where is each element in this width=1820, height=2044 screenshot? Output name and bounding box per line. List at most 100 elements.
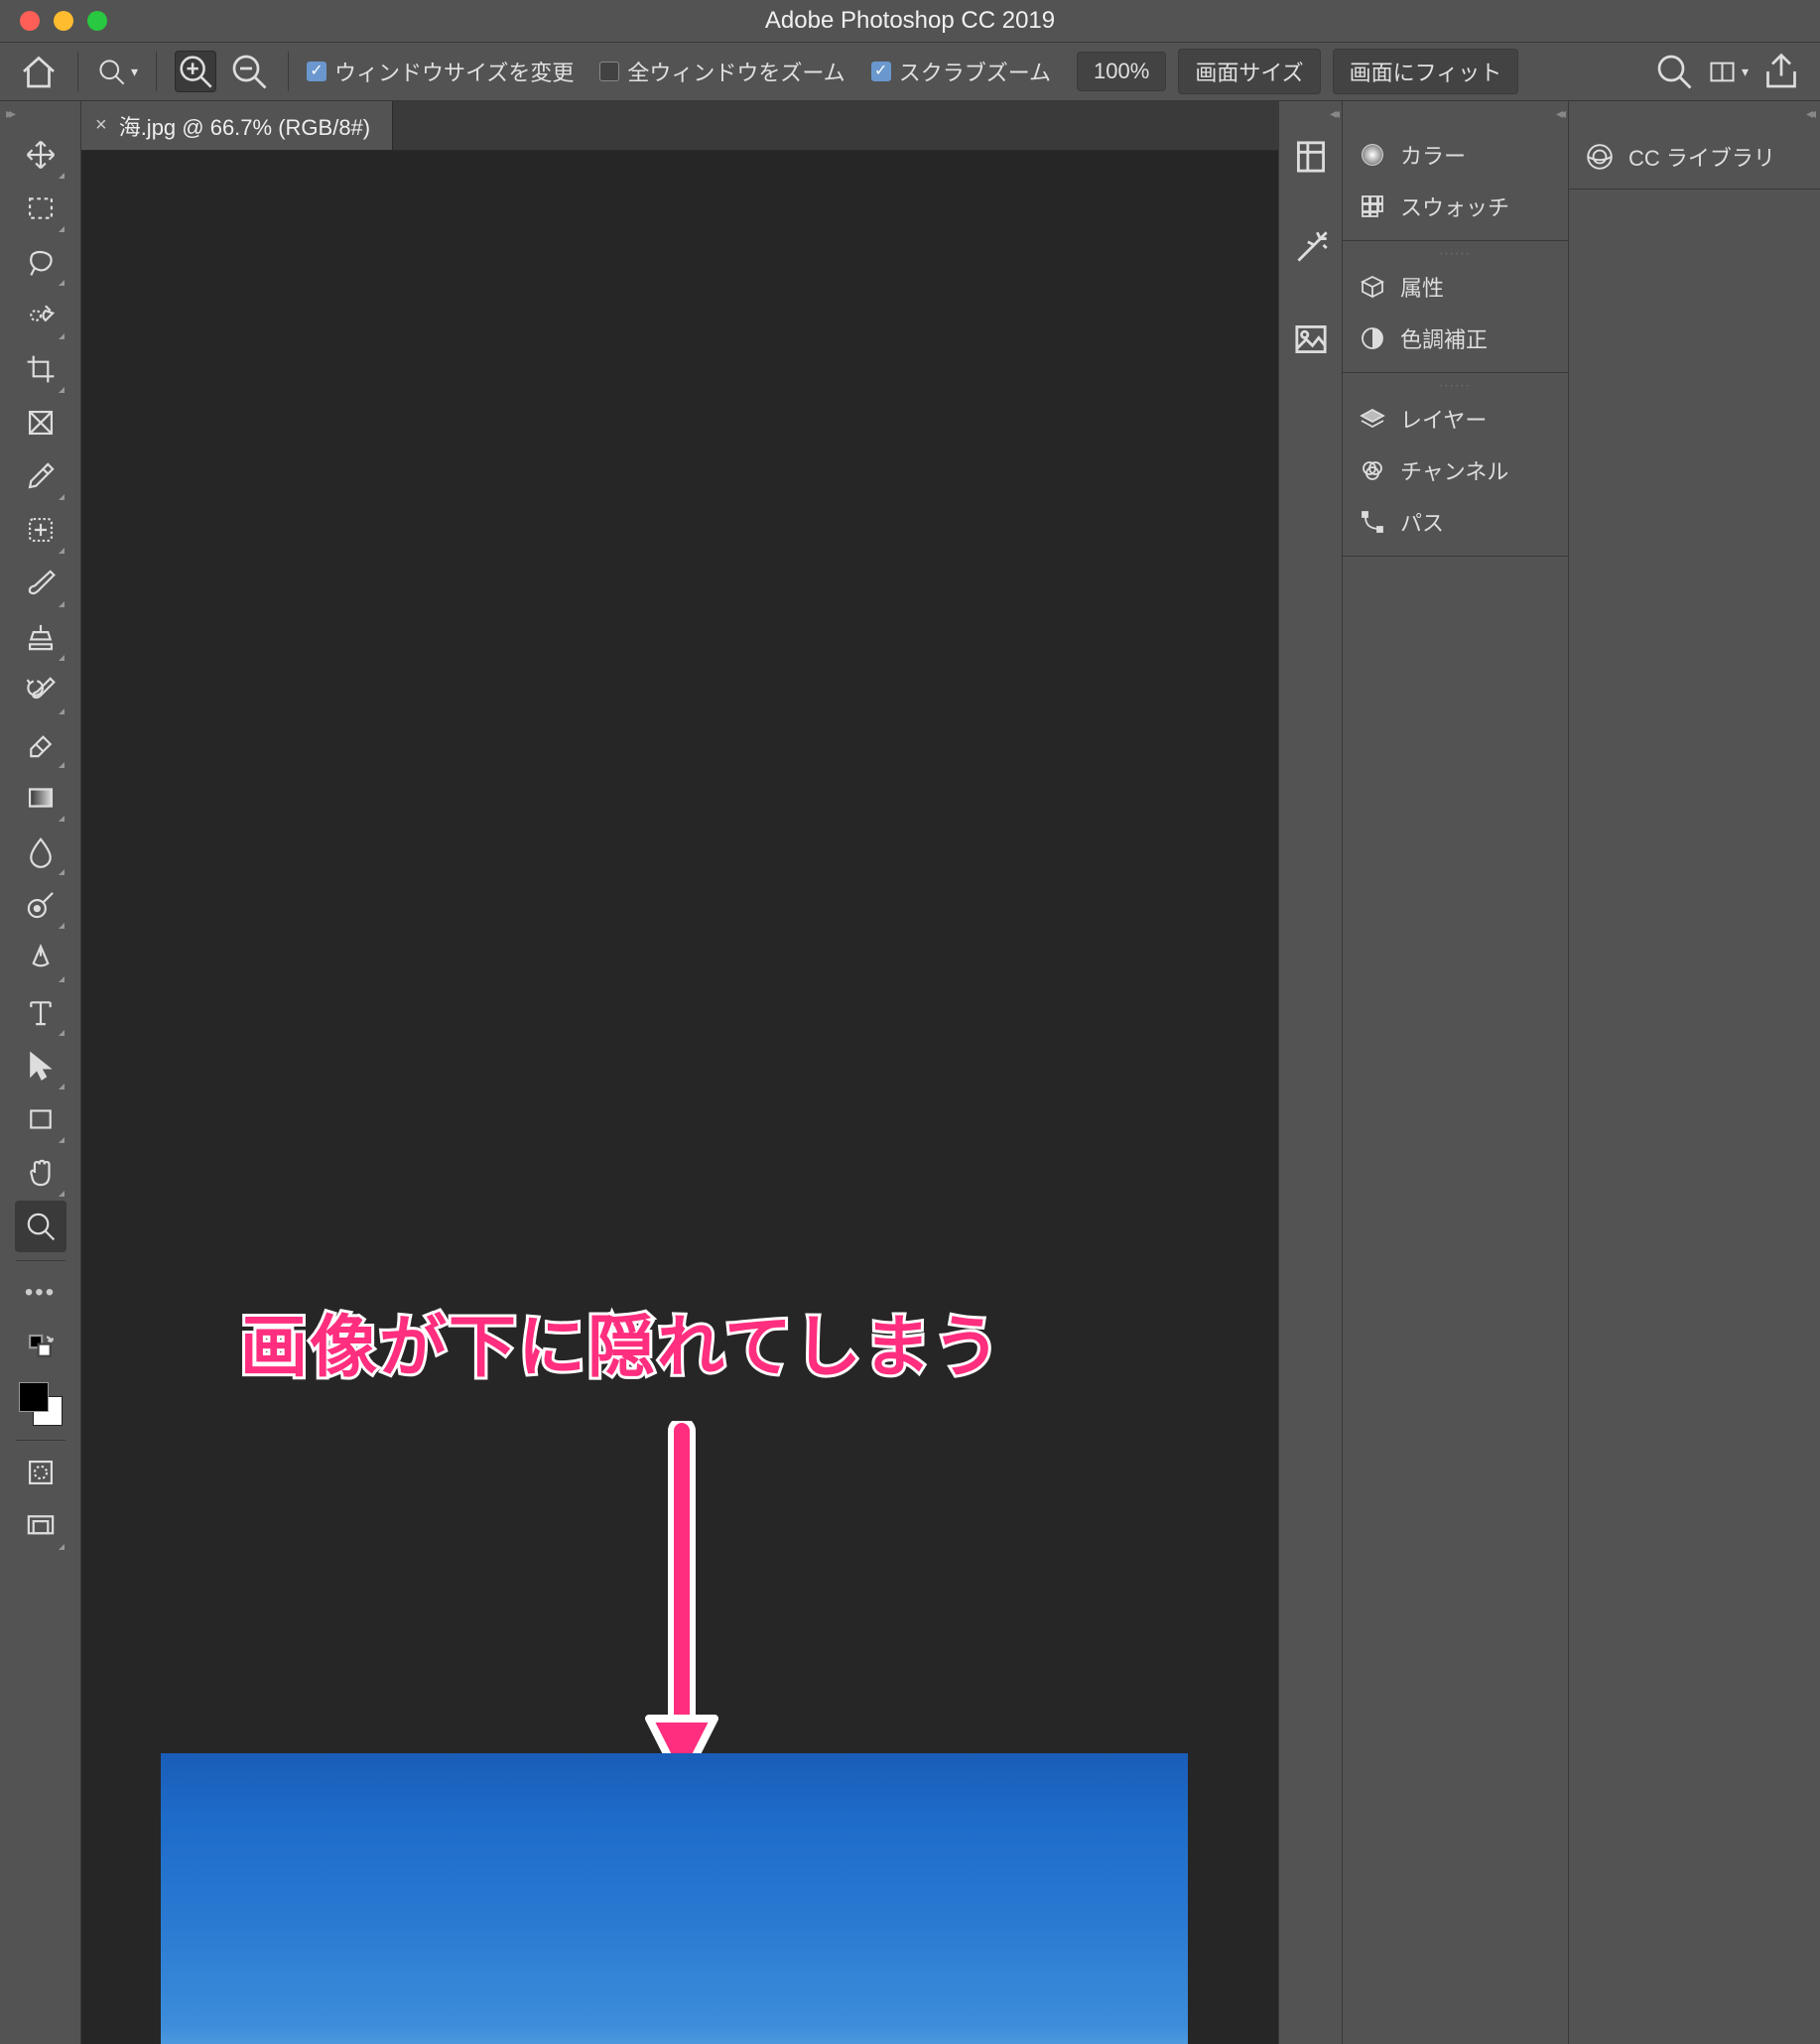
color-wheel-icon — [1359, 141, 1386, 169]
fullscreen-window-icon[interactable] — [87, 11, 107, 31]
panel-item-label: 色調補正 — [1400, 322, 1488, 354]
document-tab[interactable]: × 海.jpg @ 66.7% (RGB/8#) — [81, 101, 393, 150]
history-panel-icon[interactable] — [1289, 135, 1333, 179]
arrow-down-icon — [637, 1421, 726, 1798]
cube-icon — [1359, 273, 1386, 301]
annotation-text: 画像が下に隠れてしまう — [240, 1292, 1002, 1390]
tool-preset-picker[interactable]: ▾ — [96, 51, 138, 92]
panel-item-layers[interactable]: レイヤー — [1343, 393, 1568, 445]
close-icon[interactable]: × — [95, 114, 107, 137]
hand-tool[interactable] — [15, 1147, 66, 1199]
eraser-tool[interactable] — [15, 718, 66, 770]
tools-panel: ••• — [0, 125, 81, 2044]
chevron-down-icon: ▾ — [131, 64, 138, 80]
panel-item-label: チャンネル — [1400, 454, 1508, 486]
layers-icon — [1359, 405, 1386, 433]
panels-column: カラー スウォッチ 属性 色調補正 レイヤー — [1342, 101, 1568, 2044]
actual-pixels-button[interactable]: 画面サイズ — [1178, 49, 1320, 94]
home-button[interactable] — [18, 51, 60, 92]
swatches-grid-icon — [1359, 192, 1386, 220]
cc-icon — [1585, 142, 1615, 172]
fit-screen-button[interactable]: 画面にフィット — [1333, 49, 1519, 94]
zoom-in-button[interactable] — [175, 51, 216, 92]
share-button[interactable] — [1760, 51, 1802, 92]
pen-tool[interactable] — [15, 933, 66, 984]
adjustments-circle-icon — [1359, 324, 1386, 352]
resize-windows-checkbox[interactable]: ウィンドウサイズを変更 — [307, 56, 574, 87]
foreground-background-swatch[interactable] — [19, 1382, 63, 1426]
type-tool[interactable] — [15, 986, 66, 1038]
panel-item-adjustments[interactable]: 色調補正 — [1343, 313, 1568, 364]
document-tab-bar: × 海.jpg @ 66.7% (RGB/8#) — [81, 101, 1278, 151]
move-tool[interactable] — [15, 129, 66, 181]
quick-mask-toggle[interactable] — [15, 1447, 66, 1498]
dodge-tool[interactable] — [15, 879, 66, 931]
scrubby-zoom-checkbox[interactable]: スクラブズーム — [871, 56, 1051, 87]
ellipsis-icon: ••• — [25, 1279, 56, 1307]
channels-icon — [1359, 456, 1386, 484]
panels-collapse-handle[interactable] — [1343, 101, 1568, 125]
eyedropper-tool[interactable] — [15, 450, 66, 502]
app-title: Adobe Photoshop CC 2019 — [765, 7, 1055, 35]
scrubby-zoom-label: スクラブズーム — [899, 56, 1051, 87]
lasso-tool[interactable] — [15, 236, 66, 288]
minimize-window-icon[interactable] — [54, 11, 73, 31]
document-tab-label: 海.jpg @ 66.7% (RGB/8#) — [119, 110, 370, 142]
zoom-100-button[interactable]: 100% — [1077, 52, 1166, 91]
history-brush-tool[interactable] — [15, 665, 66, 716]
chevron-down-icon: ▾ — [1742, 64, 1749, 80]
crop-tool[interactable] — [15, 343, 66, 395]
default-colors-button[interactable] — [15, 1321, 66, 1372]
dock-strip — [1278, 101, 1342, 2044]
brush-tool[interactable] — [15, 558, 66, 609]
path-selection-tool[interactable] — [15, 1040, 66, 1091]
panel-item-label: カラー — [1400, 139, 1466, 171]
workspace-switcher[interactable]: ▾ — [1707, 51, 1749, 92]
close-window-icon[interactable] — [20, 11, 40, 31]
panel-group: レイヤー チャンネル パス — [1343, 373, 1568, 557]
zoom-out-button[interactable] — [228, 51, 270, 92]
panel-item-label: 属性 — [1400, 271, 1444, 303]
cclib-collapse-handle[interactable] — [1569, 101, 1820, 125]
rectangular-marquee-tool[interactable] — [15, 183, 66, 234]
panel-item-label: パス — [1400, 506, 1444, 538]
zoom-tool[interactable] — [15, 1201, 66, 1252]
options-bar: ▾ ウィンドウサイズを変更 全ウィンドウをズーム スクラブズーム 100% 画面… — [0, 42, 1820, 101]
foreground-color-swatch[interactable] — [19, 1382, 49, 1412]
panel-item-paths[interactable]: パス — [1343, 496, 1568, 548]
zoom-all-windows-checkbox[interactable]: 全ウィンドウをズーム — [599, 56, 845, 87]
checkbox-checked-icon — [871, 62, 891, 81]
panel-item-label: スウォッチ — [1400, 191, 1509, 222]
checkbox-checked-icon — [307, 62, 326, 81]
cc-library-column: CC ライブラリ — [1568, 101, 1820, 2044]
clone-stamp-tool[interactable] — [15, 611, 66, 663]
panel-item-swatches[interactable]: スウォッチ — [1343, 181, 1568, 232]
cc-libraries-panel[interactable]: CC ライブラリ — [1569, 125, 1820, 190]
gradient-tool[interactable] — [15, 772, 66, 824]
dock-collapse-handle[interactable] — [1279, 101, 1342, 125]
canvas-area[interactable]: 画像が下に隠れてしまう — [81, 151, 1278, 2044]
cc-libraries-label: CC ライブラリ — [1628, 141, 1775, 173]
rectangle-shape-tool[interactable] — [15, 1093, 66, 1145]
picture-panel-icon[interactable] — [1289, 318, 1333, 361]
panel-item-color[interactable]: カラー — [1343, 129, 1568, 181]
blur-tool[interactable] — [15, 826, 66, 877]
panel-item-label: レイヤー — [1400, 403, 1487, 435]
frame-tool[interactable] — [15, 397, 66, 448]
wand-panel-icon[interactable] — [1289, 226, 1333, 270]
titlebar: Adobe Photoshop CC 2019 — [0, 0, 1820, 42]
edit-toolbar-button[interactable]: ••• — [15, 1267, 66, 1319]
checkbox-unchecked-icon — [599, 62, 619, 81]
quick-selection-tool[interactable] — [15, 290, 66, 341]
healing-brush-tool[interactable] — [15, 504, 66, 556]
canvas-image — [161, 1753, 1188, 2044]
panel-item-channels[interactable]: チャンネル — [1343, 445, 1568, 496]
paths-icon — [1359, 508, 1386, 536]
panel-group: 属性 色調補正 — [1343, 241, 1568, 373]
search-button[interactable] — [1653, 51, 1695, 92]
toolbar-collapse-handle[interactable] — [0, 101, 81, 125]
panel-group: カラー スウォッチ — [1343, 125, 1568, 241]
screen-mode-button[interactable] — [15, 1500, 66, 1552]
resize-windows-label: ウィンドウサイズを変更 — [334, 56, 574, 87]
panel-item-properties[interactable]: 属性 — [1343, 261, 1568, 313]
